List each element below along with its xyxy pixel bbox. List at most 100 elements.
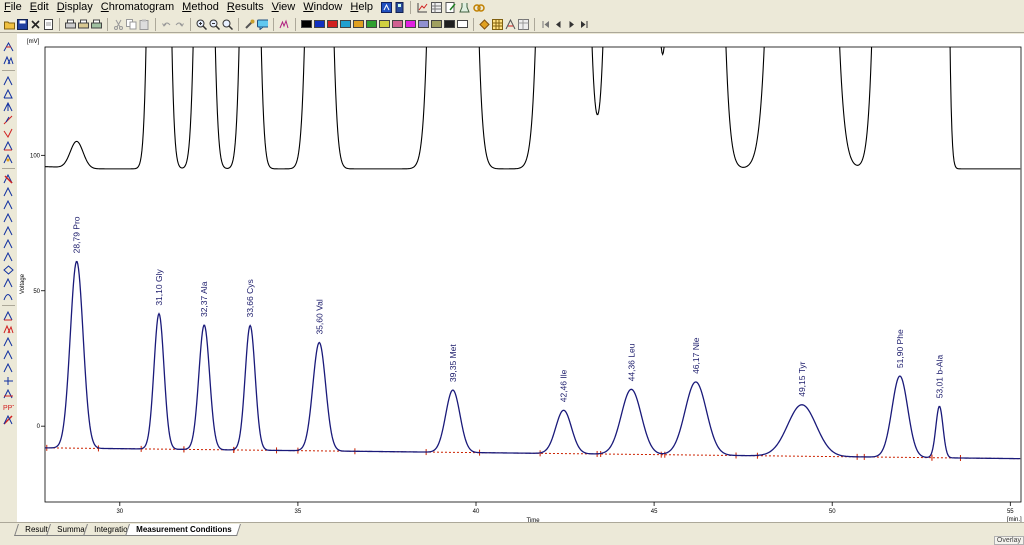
tab-measurement-conditions[interactable]: Measurement Conditions [125, 524, 241, 536]
menu-help[interactable]: Help [346, 0, 377, 15]
print-preview-icon[interactable] [78, 19, 89, 30]
zoom-in-icon[interactable] [196, 19, 207, 30]
toolbar-separator [190, 17, 191, 31]
integrate-all-icon[interactable] [3, 55, 14, 65]
peak-icon[interactable] [479, 18, 490, 30]
width-icon[interactable] [3, 350, 14, 360]
rename-peak-icon[interactable] [3, 154, 14, 164]
color-olive-icon[interactable] [431, 20, 442, 28]
skim-icon[interactable] [3, 389, 14, 399]
color-pink-icon[interactable] [392, 20, 403, 28]
peak-labels: 28,79 Pro 31,10 Gly 32,37 Ala 33,66 Cys 35,6… [72, 216, 945, 402]
document-edit-icon[interactable] [445, 2, 456, 13]
menu-window[interactable]: Window [299, 0, 346, 15]
color-white-icon[interactable] [457, 20, 468, 28]
redo-icon[interactable] [174, 19, 185, 30]
menu-results[interactable]: Results [223, 0, 268, 15]
save-icon[interactable] [17, 18, 28, 30]
svg-text:PPT: PPT [3, 405, 14, 412]
report-icon[interactable] [91, 19, 102, 30]
table-icon[interactable] [431, 2, 443, 13]
menu-view[interactable]: View [268, 0, 300, 15]
copy-icon[interactable] [126, 18, 137, 30]
prev-page-icon[interactable] [553, 19, 564, 30]
settings-icon[interactable] [244, 19, 255, 30]
color-cyan-icon[interactable] [340, 20, 351, 28]
x-tick-label: 55 [1007, 509, 1014, 515]
ppt-icon[interactable]: PPT [3, 402, 14, 412]
color-orange-icon[interactable] [353, 20, 364, 28]
shoulder-icon[interactable] [3, 278, 14, 288]
menu-display[interactable]: Display [53, 0, 97, 15]
front-tangent-icon[interactable] [3, 239, 14, 249]
chromatogram-plot[interactable]: 0 50 100 30 35 40 45 50 55 [mV] [min.] Time Voltage … [17, 34, 1024, 524]
reset-peak-icon[interactable] [3, 291, 14, 301]
color-lavender-icon[interactable] [418, 20, 429, 28]
calibration-icon[interactable] [505, 18, 516, 30]
color-black-icon[interactable] [301, 20, 312, 28]
color-dark-icon[interactable] [444, 20, 455, 28]
color-blue-icon[interactable] [314, 20, 325, 28]
beaker-icon[interactable] [459, 2, 470, 13]
valley-icon[interactable] [3, 141, 14, 151]
delete-peak-icon[interactable] [3, 174, 14, 184]
x-tick-label: 40 [473, 509, 480, 515]
new-document-icon[interactable] [43, 18, 54, 30]
print-icon[interactable] [65, 19, 76, 30]
color-magenta-icon[interactable] [405, 20, 416, 28]
color-red-icon[interactable] [327, 20, 338, 28]
toolbar-separator [59, 17, 60, 31]
comment-icon[interactable] [257, 19, 268, 30]
color-yellow-icon[interactable] [379, 20, 390, 28]
paste-icon[interactable] [139, 19, 150, 30]
peak-end-icon[interactable] [3, 89, 14, 99]
lock-peak-icon[interactable] [3, 226, 14, 236]
baseline-icon[interactable] [3, 128, 14, 138]
grid-icon[interactable] [492, 18, 503, 30]
noise-icon[interactable] [3, 363, 14, 373]
slope-icon[interactable] [3, 376, 14, 386]
peak-label: 44,36 Leu [626, 343, 636, 381]
menu-file[interactable]: File [0, 0, 26, 15]
clear-events-icon[interactable] [3, 415, 14, 425]
diamond-marker-icon[interactable] [3, 265, 14, 275]
x-tick-label: 30 [116, 509, 123, 515]
delete-icon[interactable] [30, 19, 41, 30]
cut-icon[interactable] [113, 19, 124, 30]
integrate-icon[interactable] [3, 42, 14, 52]
method-icon[interactable] [381, 2, 393, 13]
zoom-fit-icon[interactable] [222, 19, 233, 30]
open-icon[interactable] [4, 19, 15, 30]
menu-chromatogram[interactable]: Chromatogram [97, 0, 178, 15]
move-start-icon[interactable] [3, 200, 14, 210]
zoom-out-icon[interactable] [209, 19, 220, 30]
chart-icon[interactable] [417, 2, 428, 13]
color-green-icon[interactable] [366, 20, 377, 28]
menu-method[interactable]: Method [178, 0, 223, 15]
threshold-icon[interactable] [3, 337, 14, 347]
move-end-icon[interactable] [3, 213, 14, 223]
toolbar-separator [2, 70, 15, 71]
undo-icon[interactable] [161, 19, 172, 30]
next-page-icon[interactable] [566, 19, 577, 30]
peak-start-icon[interactable] [3, 76, 14, 86]
toolbar-separator [410, 1, 412, 14]
menu-edit[interactable]: Edit [26, 0, 53, 15]
add-peak-icon[interactable] [3, 187, 14, 197]
device-icon[interactable] [395, 2, 404, 13]
chromatogram-chart[interactable]: 05010030 35 40 45 50 55[mV][min.]TimeVoltage … [17, 34, 1024, 524]
events-icon[interactable] [3, 311, 14, 321]
overlay-traces-icon[interactable] [279, 18, 290, 30]
traces [44, 47, 1022, 461]
link-icon[interactable] [473, 2, 485, 13]
y-unit-label: [mV] [27, 39, 40, 45]
tangent-icon[interactable] [3, 115, 14, 125]
x-tick-label: 50 [829, 509, 836, 515]
spreadsheet-icon[interactable] [518, 18, 529, 30]
events-all-icon[interactable] [3, 324, 14, 334]
last-page-icon[interactable] [579, 19, 590, 30]
first-page-icon[interactable] [540, 19, 551, 30]
rear-tangent-icon[interactable] [3, 252, 14, 262]
split-peak-icon[interactable] [3, 102, 14, 112]
toolbar-separator [295, 17, 296, 31]
